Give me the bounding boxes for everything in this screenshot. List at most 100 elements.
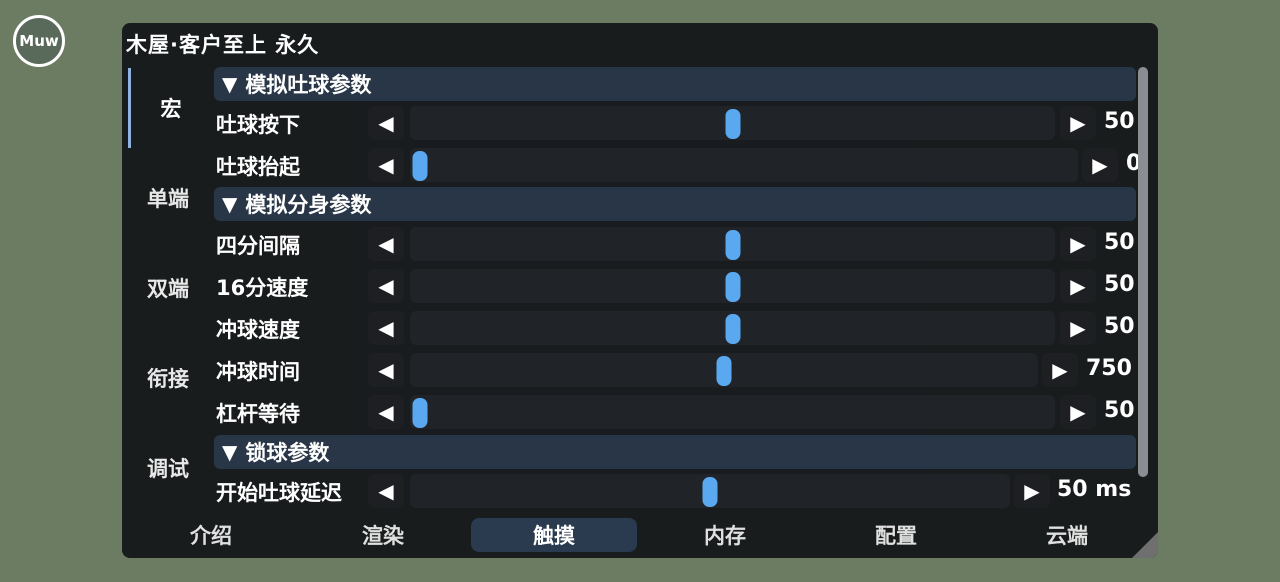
triangle-left-icon: ◀ xyxy=(378,358,394,382)
nav-item-single[interactable]: 单端 xyxy=(128,158,208,238)
nav-item-label: 双端 xyxy=(147,277,189,301)
section-title: 锁球参数 xyxy=(245,441,330,465)
slider-value: 50 xyxy=(1104,272,1135,297)
decrement-button[interactable]: ◀ xyxy=(368,353,404,387)
decrement-button[interactable]: ◀ xyxy=(368,311,404,345)
muw-badge-button[interactable]: Muw xyxy=(13,15,65,67)
decrement-button[interactable]: ◀ xyxy=(368,148,404,182)
slider-row: 冲球时间 ◀ ▶ 750 xyxy=(214,352,1136,390)
slider-value: 50 ms xyxy=(1057,477,1132,502)
increment-button[interactable]: ▶ xyxy=(1060,269,1096,303)
tab-cloud[interactable]: 云端 xyxy=(984,518,1150,552)
slider-label: 四分间隔 xyxy=(216,234,300,258)
increment-button[interactable]: ▶ xyxy=(1060,311,1096,345)
slider-track[interactable] xyxy=(410,227,1055,261)
increment-button[interactable]: ▶ xyxy=(1082,148,1118,182)
scrollbar-thumb[interactable] xyxy=(1138,67,1148,477)
triangle-left-icon: ◀ xyxy=(378,232,394,256)
nav-item-label: 单端 xyxy=(147,187,189,211)
triangle-right-icon: ▶ xyxy=(1092,153,1108,177)
slider-row: 16分速度 ◀ ▶ 50 xyxy=(214,268,1136,306)
decrement-button[interactable]: ◀ xyxy=(368,269,404,303)
nav-item-link[interactable]: 衔接 xyxy=(128,338,208,418)
triangle-right-icon: ▶ xyxy=(1070,274,1086,298)
slider-value: 50 xyxy=(1104,398,1135,423)
slider-thumb[interactable] xyxy=(702,477,718,507)
slider-label: 吐球按下 xyxy=(216,113,300,137)
slider-row: 吐球抬起 ◀ ▶ 0 xyxy=(214,147,1141,185)
increment-button[interactable]: ▶ xyxy=(1060,227,1096,261)
triangle-left-icon: ◀ xyxy=(378,111,394,135)
increment-button[interactable]: ▶ xyxy=(1060,395,1096,429)
tab-label: 内存 xyxy=(704,524,746,548)
slider-track[interactable] xyxy=(410,148,1078,182)
slider-label: 吐球抬起 xyxy=(216,155,300,179)
triangle-down-icon: ▼ xyxy=(222,72,238,96)
tab-label: 云端 xyxy=(1046,524,1088,548)
decrement-button[interactable]: ◀ xyxy=(368,227,404,261)
increment-button[interactable]: ▶ xyxy=(1014,474,1050,508)
nav-item-label: 宏 xyxy=(160,97,182,121)
slider-row: 四分间隔 ◀ ▶ 50 xyxy=(214,226,1136,264)
tab-config[interactable]: 配置 xyxy=(813,518,979,552)
slider-thumb[interactable] xyxy=(412,398,428,428)
section-header-spit[interactable]: ▼ 模拟吐球参数 xyxy=(214,67,1136,101)
nav-item-macro[interactable]: 宏 xyxy=(128,68,211,148)
slider-label: 冲球速度 xyxy=(216,318,300,342)
nav-item-label: 调试 xyxy=(147,457,189,481)
slider-thumb[interactable] xyxy=(725,109,740,139)
increment-button[interactable]: ▶ xyxy=(1060,106,1096,140)
slider-label: 杠杆等待 xyxy=(216,402,300,426)
tab-render[interactable]: 渲染 xyxy=(300,518,466,552)
settings-panel: 木屋·客户至上 永久 宏 单端 双端 衔接 调试 ▼ 模拟吐球参数 吐球按下 ◀… xyxy=(122,23,1158,558)
slider-value: 50 xyxy=(1104,109,1135,134)
nav-item-label: 衔接 xyxy=(147,367,189,391)
decrement-button[interactable]: ◀ xyxy=(368,106,404,140)
slider-track[interactable] xyxy=(410,269,1055,303)
slider-label: 冲球时间 xyxy=(216,360,300,384)
slider-value: 750 xyxy=(1086,356,1132,381)
section-title: 模拟分身参数 xyxy=(245,193,372,217)
left-nav: 宏 单端 双端 衔接 调试 xyxy=(122,68,212,498)
decrement-button[interactable]: ◀ xyxy=(368,395,404,429)
slider-track[interactable] xyxy=(410,474,1010,508)
triangle-right-icon: ▶ xyxy=(1052,358,1068,382)
slider-track[interactable] xyxy=(410,395,1055,429)
scrollbar[interactable] xyxy=(1138,67,1148,477)
triangle-down-icon: ▼ xyxy=(222,192,238,216)
settings-content: ▼ 模拟吐球参数 吐球按下 ◀ ▶ 50 吐球抬起 ◀ ▶ 0 ▼ 模拟分身参数 xyxy=(214,65,1144,515)
nav-item-debug[interactable]: 调试 xyxy=(128,428,208,508)
tab-touch[interactable]: 触摸 xyxy=(471,518,637,552)
slider-thumb[interactable] xyxy=(725,230,740,260)
tab-memory[interactable]: 内存 xyxy=(642,518,808,552)
section-title: 模拟吐球参数 xyxy=(245,73,372,97)
decrement-button[interactable]: ◀ xyxy=(368,474,404,508)
slider-thumb[interactable] xyxy=(725,272,740,302)
tab-label: 配置 xyxy=(875,524,917,548)
increment-button[interactable]: ▶ xyxy=(1042,353,1078,387)
slider-thumb[interactable] xyxy=(412,151,428,181)
bottom-tab-bar: 介绍 渲染 触摸 内存 配置 云端 xyxy=(122,516,1158,552)
slider-label: 16分速度 xyxy=(216,276,309,300)
slider-thumb[interactable] xyxy=(716,356,732,386)
tab-label: 渲染 xyxy=(362,524,404,548)
slider-row: 吐球按下 ◀ ▶ 50 xyxy=(214,105,1136,143)
slider-thumb[interactable] xyxy=(725,314,740,344)
slider-row: 冲球速度 ◀ ▶ 50 xyxy=(214,310,1136,348)
window-title: 木屋·客户至上 永久 xyxy=(126,33,320,57)
slider-value: 50 xyxy=(1104,314,1135,339)
tab-label: 介绍 xyxy=(190,524,232,548)
resize-handle[interactable] xyxy=(1132,532,1158,558)
slider-track[interactable] xyxy=(410,106,1055,140)
slider-track[interactable] xyxy=(410,353,1038,387)
tab-intro[interactable]: 介绍 xyxy=(128,518,294,552)
slider-value: 50 xyxy=(1104,230,1135,255)
slider-track[interactable] xyxy=(410,311,1055,345)
triangle-left-icon: ◀ xyxy=(378,400,394,424)
triangle-left-icon: ◀ xyxy=(378,479,394,503)
triangle-left-icon: ◀ xyxy=(378,153,394,177)
section-header-split[interactable]: ▼ 模拟分身参数 xyxy=(214,187,1136,221)
triangle-right-icon: ▶ xyxy=(1070,232,1086,256)
section-header-lock[interactable]: ▼ 锁球参数 xyxy=(214,435,1136,469)
nav-item-dual[interactable]: 双端 xyxy=(128,248,208,328)
